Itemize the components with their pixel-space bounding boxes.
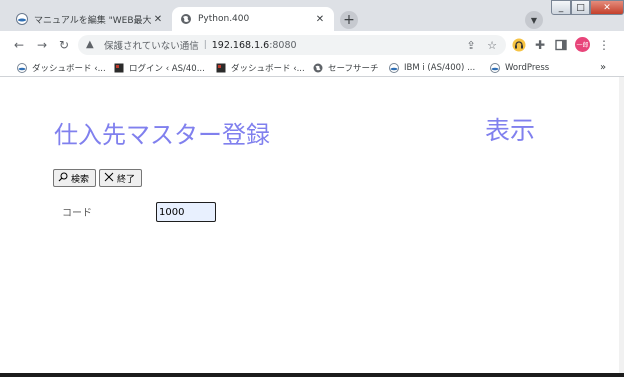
address-separator: | xyxy=(203,40,207,50)
back-arrow-icon[interactable]: ← xyxy=(10,36,28,54)
bookmark-star-icon[interactable]: ☆ xyxy=(485,38,499,52)
bookmark-label: IBM i (AS/400) ... xyxy=(404,62,476,73)
window-maximize-button[interactable]: □ xyxy=(571,0,590,15)
wordpress-icon xyxy=(389,62,399,73)
tab-title: マニュアルを編集 "WEB最大表 xyxy=(34,15,152,26)
bookmark-label: ダッシュボード ‹... xyxy=(32,63,106,74)
wordpress-favicon-icon xyxy=(16,13,28,25)
menu-kebab-icon[interactable]: ⋮ xyxy=(597,38,611,52)
tab-close-icon[interactable]: ✕ xyxy=(314,14,326,25)
tab-wordpress-manual[interactable]: マニュアルを編集 "WEB最大表 ✕ xyxy=(8,7,172,31)
code-label: コード xyxy=(62,208,92,219)
address-bar[interactable]: ▲ 保護されていない通信 | 192.168.1.6 :8080 xyxy=(78,35,506,55)
exit-button-label: 終了 xyxy=(117,174,136,185)
wordpress-icon xyxy=(17,62,27,73)
extension-headset-icon[interactable] xyxy=(512,38,526,52)
security-status-text: 保護されていない通信 xyxy=(104,41,199,52)
profile-avatar[interactable]: 一郎 xyxy=(575,37,590,52)
dark-square-icon xyxy=(216,63,226,72)
exit-button[interactable]: 終了 xyxy=(99,169,142,187)
bookmark-label: セーフサーチ xyxy=(328,63,379,74)
side-panel-icon[interactable] xyxy=(554,38,568,52)
search-button-label: 検索 xyxy=(71,174,90,185)
bookmark-item-ibmi[interactable]: IBM i (AS/400) ... xyxy=(389,61,475,74)
page-title: 仕入先マスター登録 xyxy=(54,121,270,149)
forward-arrow-icon[interactable]: → xyxy=(33,36,51,54)
tab-close-icon[interactable]: ✕ xyxy=(152,14,164,25)
tab-title: Python.400 xyxy=(198,14,250,24)
search-button[interactable]: 検索 xyxy=(53,169,96,187)
bookmark-item-dashboard-1[interactable]: ダッシュボード ‹... xyxy=(17,61,106,74)
share-icon[interactable]: ⇪ xyxy=(464,38,478,52)
tab-python400[interactable]: Python.400 ✕ xyxy=(172,7,334,31)
dark-square-icon xyxy=(114,63,124,72)
window-close-button[interactable]: ✕ xyxy=(590,0,624,15)
url-host: 192.168.1.6 xyxy=(211,39,270,51)
bookmark-label: ダッシュボード ‹... xyxy=(231,63,305,74)
globe-favicon-icon xyxy=(181,14,191,24)
code-input[interactable] xyxy=(156,202,216,222)
url-port: :8080 xyxy=(269,39,297,51)
reload-icon[interactable]: ↻ xyxy=(55,36,73,54)
bookmark-label: ログイン ‹ AS/40... xyxy=(129,63,205,74)
tab-search-chevron-down-icon[interactable]: ▼ xyxy=(525,11,543,29)
bookmark-item-dashboard-2[interactable]: ダッシュボード ‹... xyxy=(216,61,305,74)
bookmark-item-login[interactable]: ログイン ‹ AS/40... xyxy=(114,61,205,74)
close-icon xyxy=(104,172,114,185)
warning-triangle-icon[interactable]: ▲ xyxy=(86,39,98,51)
search-icon xyxy=(58,172,68,185)
globe-icon xyxy=(313,63,323,72)
bookmark-item-wordpress[interactable]: WordPress xyxy=(490,61,549,74)
bookmark-item-safesearch[interactable]: セーフサーチ xyxy=(313,61,379,74)
puzzle-extensions-icon[interactable]: ✚ xyxy=(533,38,547,52)
bookmark-label: WordPress xyxy=(505,62,550,73)
wordpress-icon xyxy=(490,62,500,73)
new-tab-button[interactable]: + xyxy=(340,11,358,29)
window-bottom-edge xyxy=(0,373,624,377)
scrollbar[interactable] xyxy=(619,77,624,373)
mode-label: 表示 xyxy=(485,116,536,145)
bookmarks-overflow-button[interactable]: » xyxy=(600,61,606,74)
window-minimize-button[interactable]: _ xyxy=(551,0,571,15)
